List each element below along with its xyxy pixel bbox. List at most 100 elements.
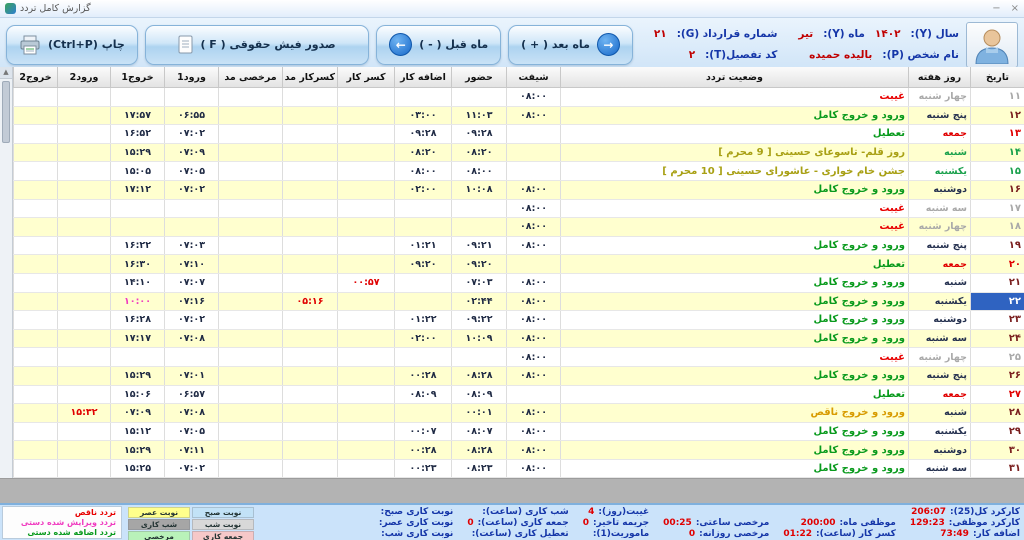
vertical-scrollbar[interactable]: ▲ — [0, 67, 13, 478]
table-row[interactable]: ۱۲پنج شنبهورود و خروج کامل۰۸:۰۰۱۱:۰۳۰۳:۰… — [14, 106, 1024, 125]
cell-ks — [338, 180, 395, 199]
close-icon[interactable]: × — [1011, 4, 1019, 14]
cell-sh: ۰۸:۰۰ — [507, 106, 561, 125]
status-label: مرخصی روزانه: — [699, 529, 769, 539]
cell-date: ۱۲ — [971, 106, 1024, 125]
cell-km — [283, 180, 338, 199]
cell-x2 — [14, 125, 58, 144]
cell-status: ورود و خروج کامل — [561, 459, 909, 478]
cell-mm — [219, 348, 283, 367]
shift-legend: نوبت صبحنوبت شبجمعه کاریتعطیل کاری نوبت … — [128, 506, 254, 539]
cell-km — [283, 162, 338, 181]
contract-value: ۲۱ — [654, 28, 667, 40]
table-row[interactable]: ۲۳دوشنبهورود و خروج کامل۰۸:۰۰۰۹:۲۲۰۱:۲۲۰… — [14, 311, 1024, 330]
legend-item: تردد ناقص — [8, 508, 116, 517]
cell-km — [283, 199, 338, 218]
print-button[interactable]: چاپ (Ctrl+P) — [6, 25, 138, 65]
status-value: 206:07 — [911, 507, 946, 517]
table-row[interactable]: ۲۸شنبهورود و خروج ناقص۰۸:۰۰۰۰:۰۱۰۷:۰۸۰۷:… — [14, 404, 1024, 423]
payslip-button[interactable]: صدور فیش حقوقی ( F ) — [145, 25, 369, 65]
cell-v1 — [165, 348, 219, 367]
col-header-ez: اضافه کار — [395, 67, 452, 88]
cell-mm — [219, 88, 283, 107]
cell-km — [283, 366, 338, 385]
minimize-icon[interactable]: − — [992, 4, 1000, 14]
cell-v1: ۰۷:۰۵ — [165, 162, 219, 181]
scroll-up-icon[interactable]: ▲ — [0, 67, 12, 79]
cell-date: ۲۴ — [971, 329, 1024, 348]
table-row[interactable]: ۱۹پنج شنبهورود و خروج کامل۰۸:۰۰۰۹:۲۱۰۱:۲… — [14, 236, 1024, 255]
cell-date: ۲۵ — [971, 348, 1024, 367]
table-row[interactable]: ۳۰دوشنبهورود و خروج کامل۰۸:۰۰۰۸:۲۸۰۰:۲۸۰… — [14, 441, 1024, 460]
cell-sh: ۰۸:۰۰ — [507, 366, 561, 385]
cell-ez: ۰۲:۰۰ — [395, 180, 452, 199]
cell-v1: ۰۷:۰۲ — [165, 459, 219, 478]
person-value: بالیده حمیده — [809, 49, 872, 61]
cell-hz: ۱۱:۰۳ — [452, 106, 507, 125]
cell-mm — [219, 236, 283, 255]
cell-mm — [219, 255, 283, 274]
cell-v1 — [165, 218, 219, 237]
cell-v2 — [58, 292, 111, 311]
cell-v1: ۰۷:۰۲ — [165, 311, 219, 330]
table-row[interactable]: ۱۶دوشنبهورود و خروج کامل۰۸:۰۰۱۰:۰۸۰۲:۰۰۰… — [14, 180, 1024, 199]
cell-sh — [507, 143, 561, 162]
table-row[interactable]: ۲۰جمعهتعطیل۰۹:۲۰۰۹:۲۰۰۷:۱۰۱۶:۳۰ — [14, 255, 1024, 274]
table-row[interactable]: ۱۴شنبهروز قلم- تاسوعای حسینی [ 9 محرم ]۰… — [14, 143, 1024, 162]
cell-x2 — [14, 88, 58, 107]
cell-ez — [395, 273, 452, 292]
cell-x1 — [111, 348, 165, 367]
cell-ks — [338, 162, 395, 181]
cell-v1: ۰۷:۰۱ — [165, 366, 219, 385]
cell-x1: ۱۶:۳۰ — [111, 255, 165, 274]
cell-x2 — [14, 385, 58, 404]
cell-mm — [219, 292, 283, 311]
cell-weekday: دوشنبه — [909, 180, 971, 199]
person-icon — [973, 26, 1011, 64]
table-row[interactable]: ۲۵چهار شنبهغیبت۰۸:۰۰ — [14, 348, 1024, 367]
cell-sh: ۰۸:۰۰ — [507, 441, 561, 460]
cell-ez: ۰۳:۰۰ — [395, 106, 452, 125]
table-row[interactable]: ۲۲یکشنبهورود و خروج کامل۰۸:۰۰۰۲:۴۴۰۵:۱۶۰… — [14, 292, 1024, 311]
prev-month-button[interactable]: ماه قبل ( - ) ← — [376, 25, 501, 65]
cell-weekday: پنج شنبه — [909, 366, 971, 385]
table-row[interactable]: ۱۵یکشنبهجشن خام خواری - عاشورای حسینی [ … — [14, 162, 1024, 181]
table-row[interactable]: ۲۷جمعهتعطیل۰۸:۰۹۰۸:۰۹۰۶:۵۷۱۵:۰۶ — [14, 385, 1024, 404]
table-header-row: تاریخروز هفتهوضعیت ترددشیفتحضوراضافه کار… — [14, 67, 1024, 88]
cell-ks — [338, 348, 395, 367]
table-row[interactable]: ۲۱شنبهورود و خروج کامل۰۸:۰۰۰۷:۰۳۰۰:۵۷۰۷:… — [14, 273, 1024, 292]
table-row[interactable]: ۱۳جمعهتعطیل۰۹:۲۸۰۹:۲۸۰۷:۰۲۱۶:۵۲ — [14, 125, 1024, 144]
scrollbar-thumb[interactable] — [2, 81, 10, 143]
table-row[interactable]: ۱۷سه شنبهغیبت۰۸:۰۰ — [14, 199, 1024, 218]
table-row[interactable]: ۲۹یکشنبهورود و خروج کامل۰۸:۰۰۰۸:۰۷۰۰:۰۷۰… — [14, 422, 1024, 441]
table-row[interactable]: ۱۸چهار شنبهغیبت۰۸:۰۰ — [14, 218, 1024, 237]
cell-status: ورود و خروج کامل — [561, 292, 909, 311]
month-label: ماه (Y): — [823, 28, 865, 40]
status-label: شب کاری (ساعت): — [482, 507, 568, 517]
cell-x1 — [111, 218, 165, 237]
cell-ez — [395, 218, 452, 237]
arrow-right-icon: → — [597, 33, 620, 56]
status-value: 0 — [583, 518, 589, 528]
cell-status: ورود و خروج کامل — [561, 311, 909, 330]
table-row[interactable]: ۲۶پنج شنبهورود و خروج کامل۰۸:۰۰۰۸:۲۸۰۰:۲… — [14, 366, 1024, 385]
legend-swatch: نوبت عصر — [128, 507, 190, 518]
col-header-mm: مرخصی مد — [219, 67, 283, 88]
cell-v1: ۰۷:۱۶ — [165, 292, 219, 311]
status-label: غیبت(روز): — [598, 507, 649, 517]
cell-x2 — [14, 143, 58, 162]
cell-km — [283, 125, 338, 144]
table-row[interactable]: ۳۱سه شنبهورود و خروج کامل۰۸:۰۰۰۸:۲۳۰۰:۲۳… — [14, 459, 1024, 478]
status-label: تعطیل کاری (ساعت): — [472, 529, 569, 539]
table-row[interactable]: ۱۱چهار شنبهغیبت۰۸:۰۰ — [14, 88, 1024, 107]
cell-v2 — [58, 236, 111, 255]
cell-ez: ۰۹:۲۸ — [395, 125, 452, 144]
table-row[interactable]: ۲۴سه شنبهورود و خروج کامل۰۸:۰۰۱۰:۰۹۰۲:۰۰… — [14, 329, 1024, 348]
cell-x2 — [14, 366, 58, 385]
legend-swatch: نوبت صبح — [192, 507, 254, 518]
status-label: کسر کار (ساعت): — [816, 529, 896, 539]
shift-legend-left-column: نوبت عصرشب کاریمرخصیماموریت — [128, 507, 190, 538]
cell-v2 — [58, 162, 111, 181]
col-header-day: روز هفته — [909, 67, 971, 88]
next-month-button[interactable]: → ماه بعد ( + ) — [508, 25, 633, 65]
